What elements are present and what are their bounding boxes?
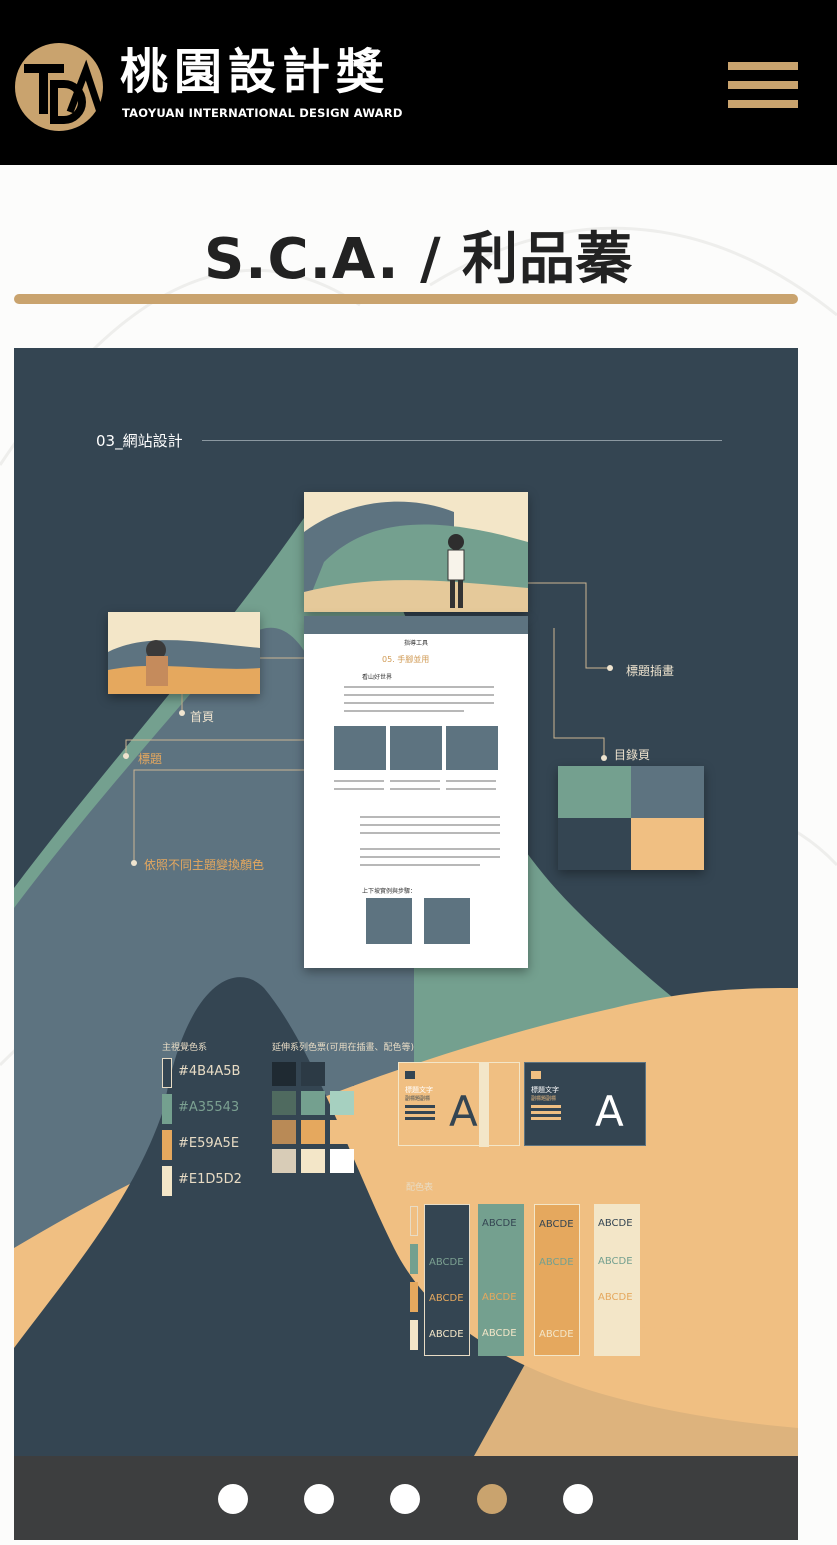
pairing-column-green: ABCDE ABCDE ABCDE bbox=[478, 1204, 524, 1356]
type-sample-card-dark: 標題文字 副標題副標 A bbox=[524, 1062, 646, 1146]
mockup-subheading: 看山好世界 bbox=[362, 674, 393, 681]
page-title: S.C.A. / 利品蓁 bbox=[203, 227, 634, 292]
annotation-title-illustration: 標題插畫 bbox=[626, 664, 675, 678]
title-divider bbox=[14, 294, 798, 304]
pager-dot-3[interactable] bbox=[390, 1484, 420, 1514]
mockup-nav-label: 指導工具 bbox=[404, 640, 429, 647]
swatch-4-hex: #E1D5D2 bbox=[178, 1172, 242, 1187]
brand-name-en: TAOYUAN INTERNATIONAL DESIGN AWARD bbox=[122, 106, 403, 120]
annotation-theme-color: 依照不同主題變換顏色 bbox=[144, 858, 265, 872]
swatch-1-hex: #4B4A5B bbox=[178, 1064, 241, 1079]
pairing-column-cream: ABCDE ABCDE ABCDE bbox=[594, 1204, 640, 1356]
toc-page-mockup bbox=[558, 766, 704, 870]
site-header: 桃園設計獎 TAOYUAN INTERNATIONAL DESIGN AWARD bbox=[0, 0, 837, 165]
pairing-column-dark: ABCDE ABCDE ABCDE bbox=[424, 1204, 470, 1356]
pager-dot-4[interactable] bbox=[477, 1484, 507, 1514]
pairing-table-label: 配色表 bbox=[406, 1183, 434, 1193]
sub-palette-label: 延伸系列色票(可用在插畫、配色等) bbox=[272, 1043, 415, 1053]
type-sample-card-light: 標題文字 副標題副標 A bbox=[398, 1062, 520, 1147]
swatch-2-hex: #A35543 bbox=[178, 1100, 240, 1115]
pairing-column-orange: ABCDE ABCDE ABCDE bbox=[534, 1204, 580, 1356]
annotation-title: 標題 bbox=[138, 752, 163, 766]
extended-swatch-grid bbox=[272, 1062, 354, 1174]
carousel-pager bbox=[14, 1456, 798, 1540]
home-page-mockup bbox=[108, 612, 260, 694]
gallery-slide[interactable]: 03_網站設計 首頁 標題 標題插畫 目錄頁 依照不同主題變換顏色 指導工具 0… bbox=[14, 348, 798, 1456]
annotation-toc-page: 目錄頁 bbox=[614, 748, 651, 762]
tda-logo-icon[interactable] bbox=[14, 42, 104, 132]
pager-dot-5[interactable] bbox=[563, 1484, 593, 1514]
mockup-nav-bar bbox=[304, 616, 528, 634]
hamburger-menu-icon[interactable] bbox=[728, 60, 798, 110]
article-page-mockup: 指導工具 05. 手腳並用 看山好世界 上下坡實例與步驟： bbox=[304, 616, 528, 968]
annotation-home: 首頁 bbox=[190, 710, 215, 724]
main-palette-label: 主視覺色系 bbox=[162, 1043, 208, 1053]
mockup-heading: 05. 手腳並用 bbox=[382, 655, 430, 664]
pager-dot-2[interactable] bbox=[304, 1484, 334, 1514]
page: 桃園設計獎 TAOYUAN INTERNATIONAL DESIGN AWARD… bbox=[0, 0, 837, 1545]
swatch-3-hex: #E59A5E bbox=[178, 1136, 240, 1151]
mockup-footer-note: 上下坡實例與步驟： bbox=[362, 888, 417, 895]
brand-name-zh: 桃園設計獎 bbox=[120, 44, 391, 100]
title-illustration-mockup bbox=[304, 492, 528, 612]
pager-dot-1[interactable] bbox=[218, 1484, 248, 1514]
